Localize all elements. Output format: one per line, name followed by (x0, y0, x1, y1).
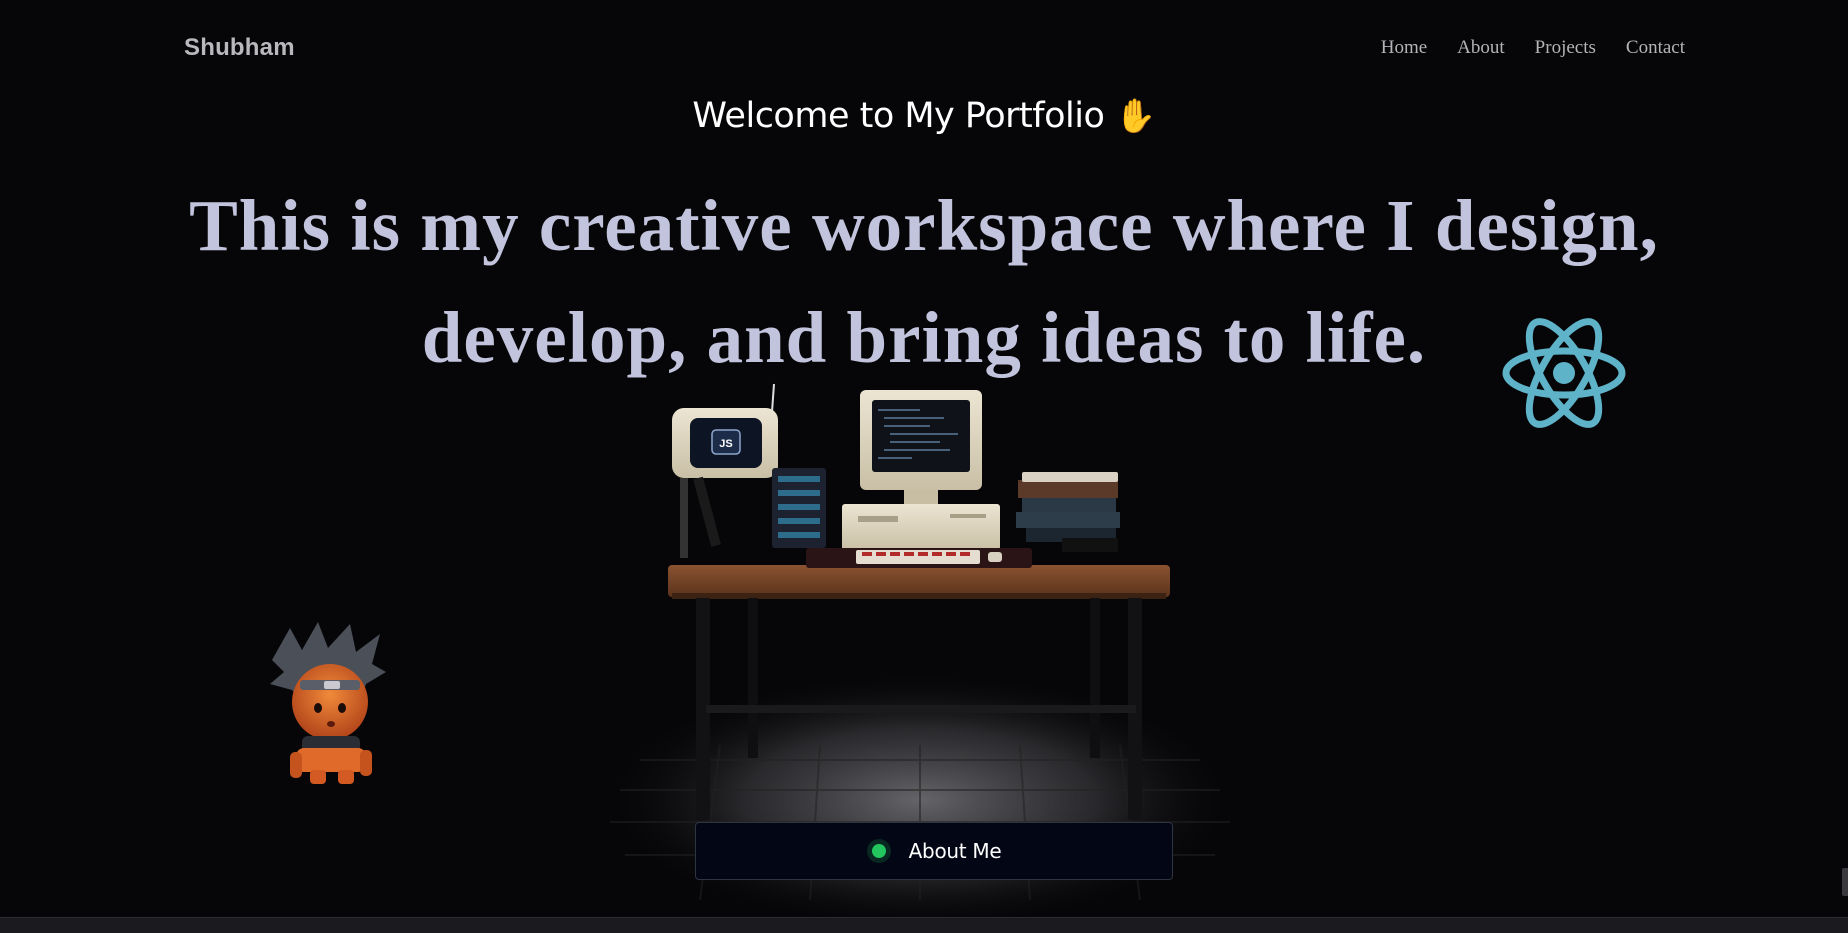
retro-tv: JS (672, 383, 778, 558)
nav-links: Home About Projects Contact (1381, 37, 1685, 59)
welcome-text: Welcome to My Portfolio (692, 96, 1105, 136)
nav-link-contact[interactable]: Contact (1626, 37, 1685, 59)
main-computer (806, 390, 1032, 568)
floor-spotlight (600, 670, 1240, 930)
book-stack (1016, 472, 1120, 552)
status-dot-icon (866, 839, 891, 863)
js-badge: JS (719, 438, 732, 450)
desk-scene: JS (270, 383, 1240, 930)
brand-logo[interactable]: Shubham (184, 34, 295, 62)
taskbar-strip (0, 917, 1848, 933)
scroll-handle[interactable] (1842, 868, 1848, 896)
nav-link-home[interactable]: Home (1381, 37, 1427, 59)
about-me-button[interactable]: About Me (695, 822, 1173, 880)
about-me-label: About Me (908, 839, 1002, 863)
ninja-character (270, 622, 386, 784)
desk (668, 565, 1170, 820)
welcome-heading: Welcome to My Portfolio ✋ (0, 96, 1848, 136)
navbar: Shubham Home About Projects Contact (0, 0, 1848, 100)
wave-hand-icon: ✋ (1115, 96, 1156, 135)
nav-link-projects[interactable]: Projects (1535, 37, 1596, 59)
server-tower (772, 468, 826, 548)
nav-link-about[interactable]: About (1457, 37, 1505, 59)
hero-tagline: This is my creative workspace where I de… (189, 185, 1659, 378)
react-icon (1502, 318, 1626, 428)
